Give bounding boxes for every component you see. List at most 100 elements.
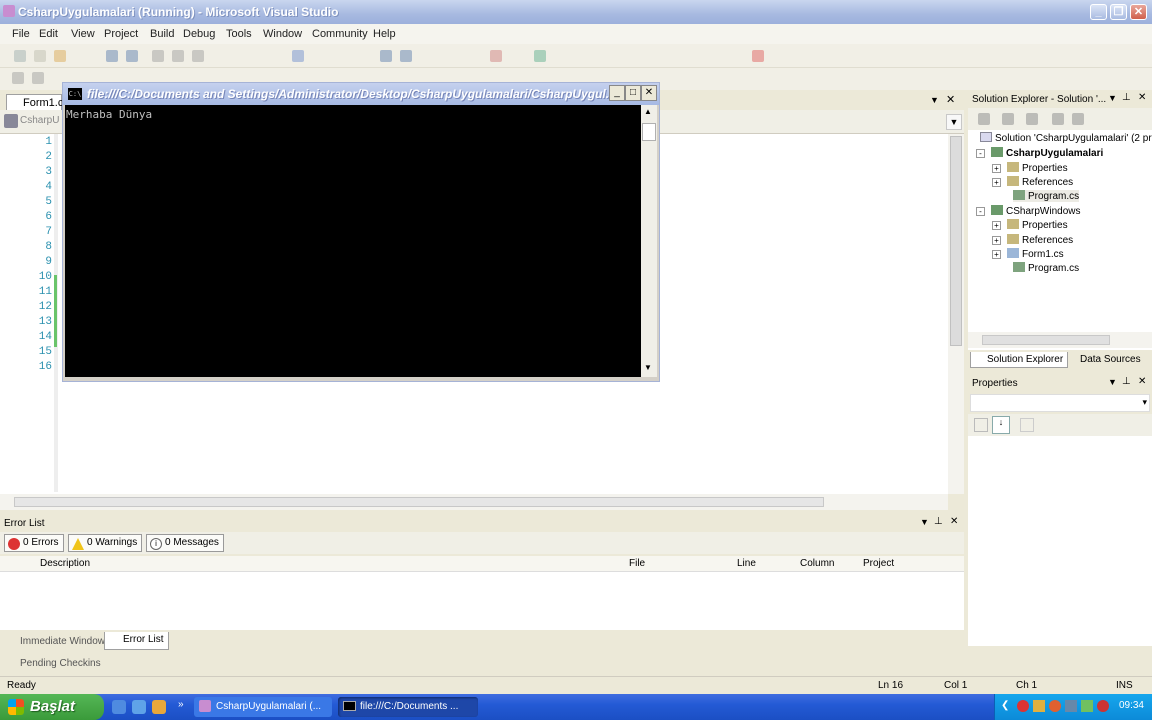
menu-edit[interactable]: Edit [39,28,58,40]
toolbar-icon[interactable] [32,72,44,84]
add-item-icon[interactable] [34,50,46,62]
column-line[interactable]: Line [737,558,756,569]
find-icon[interactable] [490,50,502,62]
minimize-button[interactable]: _ [1090,4,1107,20]
error-list-body[interactable] [0,572,964,630]
tree-item-form1-cs[interactable]: + Form1.cs [992,248,1064,260]
alphabetical-icon[interactable]: ↓ [992,416,1010,434]
column-project[interactable]: Project [863,558,894,569]
column-file[interactable]: File [629,558,645,569]
messages-filter-button[interactable]: i 0 Messages [146,534,224,552]
close-document-icon[interactable]: ✕ [946,93,955,106]
pin-icon[interactable]: ⊥ [934,516,943,527]
tab-data-sources[interactable]: Data Sources [1064,352,1145,368]
expand-icon[interactable]: + [992,250,1001,259]
collapse-icon[interactable]: - [976,149,985,158]
toolbar-icon[interactable] [12,72,24,84]
close-button[interactable]: ✕ [1130,4,1147,20]
tree-item-properties[interactable]: + Properties [992,219,1068,231]
properties-object-combo[interactable]: ▾ [970,394,1150,412]
quicklaunch-overflow-icon[interactable]: » [178,699,184,710]
tree-item-references[interactable]: + References [992,234,1073,246]
tree-item-references[interactable]: + References [992,176,1073,188]
pane-dropdown-icon[interactable]: ▼ [1108,93,1117,103]
expand-icon[interactable]: + [992,221,1001,230]
save-icon[interactable] [106,50,118,62]
close-pane-icon[interactable]: ✕ [1138,376,1146,387]
tree-item-program-cs[interactable]: Program.cs [1013,190,1080,202]
stop-icon[interactable] [400,50,412,62]
console-title-bar[interactable]: C:\ file:///C:/Documents and Settings/Ad… [63,83,659,105]
scroll-up-icon[interactable]: ▲ [644,107,652,116]
properties-window-icon[interactable] [534,50,546,62]
show-all-files-icon[interactable] [1002,113,1014,125]
console-output[interactable]: Merhaba Dünya [65,105,641,377]
properties-grid[interactable] [968,436,1152,646]
editor-horizontal-scrollbar[interactable] [0,494,948,510]
copy-icon[interactable] [172,50,184,62]
recording-icon[interactable] [1097,700,1109,712]
close-pane-icon[interactable]: ✕ [1138,92,1146,103]
expand-icon[interactable]: + [992,178,1001,187]
tree-item-project-csharpuygulamalari[interactable]: - CsharpUygulamalari [976,147,1103,159]
menu-file[interactable]: File [12,28,30,40]
menu-view[interactable]: View [71,28,95,40]
console-scrollbar[interactable]: ▲ ▼ [641,105,657,377]
volume-icon[interactable] [1081,700,1093,712]
pin-icon[interactable]: ⊥ [1122,92,1131,103]
scrollbar-thumb[interactable] [14,497,824,507]
properties-icon[interactable] [978,113,990,125]
property-pages-icon[interactable] [1020,418,1034,432]
member-combo-dropdown[interactable]: ▼ [946,114,962,130]
column-column[interactable]: Column [800,558,834,569]
tree-item-properties[interactable]: + Properties [992,162,1068,174]
network-icon[interactable] [1065,700,1077,712]
tray-icon[interactable] [1049,700,1061,712]
show-desktop-icon[interactable] [112,700,126,714]
toolbox-icon[interactable] [752,50,764,62]
menu-community[interactable]: Community [312,28,368,40]
scrollbar-thumb[interactable] [982,335,1110,345]
errors-filter-button[interactable]: 0 Errors [4,534,64,552]
close-pane-icon[interactable]: ✕ [950,516,958,527]
expand-icon[interactable]: + [992,164,1001,173]
console-maximize-button[interactable]: □ [625,85,641,101]
menu-tools[interactable]: Tools [226,28,252,40]
pane-dropdown-icon[interactable]: ▼ [1108,377,1117,387]
restore-button[interactable]: ❐ [1110,4,1127,20]
console-close-button[interactable]: ✕ [641,85,657,101]
scrollbar-thumb[interactable] [950,136,962,346]
paste-icon[interactable] [192,50,204,62]
tray-icon[interactable] [1033,700,1045,712]
cut-icon[interactable] [152,50,164,62]
refresh-icon[interactable] [1026,113,1038,125]
menu-window[interactable]: Window [263,28,302,40]
menu-debug[interactable]: Debug [183,28,215,40]
vs-title-bar[interactable]: CsharpUygulamalari (Running) - Microsoft… [0,0,1152,24]
save-all-icon[interactable] [126,50,138,62]
undo-icon[interactable] [292,50,304,62]
console-minimize-button[interactable]: _ [609,85,625,101]
document-tab-form1[interactable]: Form1.cs [6,94,69,110]
warnings-filter-button[interactable]: 0 Warnings [68,534,143,552]
console-window[interactable]: C:\ file:///C:/Documents and Settings/Ad… [62,82,660,382]
tree-item-project-csharpwindows[interactable]: - CSharpWindows [976,205,1080,217]
scroll-down-icon[interactable]: ▼ [644,363,652,372]
tree-item-program-cs[interactable]: Program.cs [1013,262,1079,274]
pin-icon[interactable]: ⊥ [1122,376,1131,387]
menu-project[interactable]: Project [104,28,138,40]
clock[interactable]: 09:34 [1119,700,1144,711]
menu-help[interactable]: Help [373,28,396,40]
tab-immediate-window[interactable]: Immediate Window [2,634,109,652]
type-combo[interactable]: CsharpU [20,115,59,126]
tab-pending-checkins[interactable]: Pending Checkins [2,656,105,674]
error-list-header[interactable]: Error List ▼ ⊥ ✕ [0,515,964,531]
taskbar-task-console[interactable]: file:///C:/Documents ... [338,697,478,717]
pause-icon[interactable] [380,50,392,62]
tray-expand-icon[interactable]: ❮ [1001,700,1009,711]
editor-vertical-scrollbar[interactable] [948,134,964,494]
tab-dropdown-icon[interactable]: ▼ [930,95,939,105]
categorized-icon[interactable] [974,418,988,432]
new-project-icon[interactable] [14,50,26,62]
security-icon[interactable] [1017,700,1029,712]
